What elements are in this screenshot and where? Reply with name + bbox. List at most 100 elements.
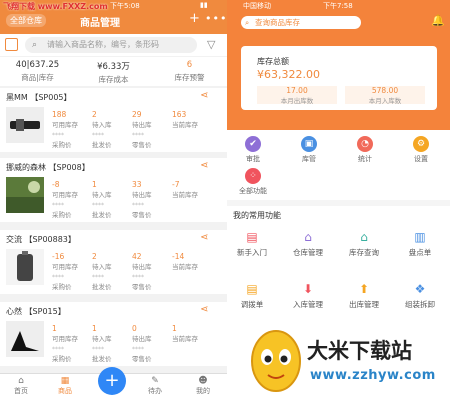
more-icon[interactable]: •••	[205, 12, 227, 25]
stat-label: 可用库存	[52, 335, 78, 343]
share-icon[interactable]: ⋖	[200, 304, 208, 315]
summary-value: 40|637.25	[15, 60, 60, 70]
quick-all[interactable]: ⁘ 全部功能	[233, 168, 273, 196]
product-card[interactable]: 黑MM 【SP005】 ⋖ 188 可用库存 2 待入库 29 待出库 163 当前库存…	[0, 88, 227, 152]
stat-label: 可用库存	[52, 121, 78, 129]
user-icon: ☻	[198, 376, 208, 386]
func-stock-query[interactable]: ⌂ 库存查询	[339, 230, 389, 258]
quick-approve[interactable]: ✔ 审批	[233, 136, 273, 164]
inventory-label: 库存总额	[257, 57, 289, 66]
stat-value: 2	[92, 110, 97, 119]
stat-cell: 1 当前库存	[172, 324, 208, 343]
func-outbound[interactable]: ⬆ 出库管理	[339, 282, 389, 310]
product-name: 挪威的森林 【SP008】	[6, 163, 90, 172]
stat-cell: 0 待出库	[132, 324, 168, 343]
stat-cell: 33 待出库	[132, 180, 168, 199]
search-icon: ⌕	[32, 40, 38, 50]
page-title: 商品管理	[80, 18, 120, 29]
stat-cell: 1 待入库	[92, 180, 128, 199]
stat-cell: 42 待出库	[132, 252, 168, 271]
inventory-value: ¥63,322.00	[257, 68, 320, 81]
stat-label: 当前库存	[172, 263, 198, 271]
out-value: 17.00	[286, 86, 308, 95]
func-assembly[interactable]: ❖ 组装拆卸	[395, 282, 445, 310]
tab-todo[interactable]: ✎ 待办	[140, 376, 170, 396]
warehouse-icon: ⌂	[304, 230, 312, 244]
carrier-label: 中国移动	[243, 2, 271, 10]
bell-icon[interactable]: 🔔	[431, 14, 445, 27]
tab-mine[interactable]: ☻ 我的	[188, 376, 218, 396]
func-label: 盘点单	[408, 248, 432, 257]
out-label: 本月出库数	[280, 97, 314, 105]
price-cell: **** 批发价	[92, 202, 128, 219]
store-selector[interactable]: 全部仓库	[6, 14, 46, 27]
func-inbound[interactable]: ⬇ 入库管理	[283, 282, 333, 310]
price-value: ****	[52, 274, 64, 281]
transfer-icon: ▤	[246, 282, 258, 296]
product-image	[6, 107, 44, 143]
tab-products[interactable]: ▦ 商品	[50, 376, 80, 396]
func-warehouse[interactable]: ⌂ 仓库管理	[283, 230, 333, 258]
search-placeholder: 请输入商品名称，编号，条形码	[47, 40, 159, 49]
func-guide[interactable]: ▤ 新手入门	[227, 230, 277, 258]
product-image	[6, 321, 44, 357]
product-card[interactable]: 心然 【SP015】 ⋖ 1 可用库存 1 待入库 0 待出库 1 当前库存 **** 采…	[0, 302, 227, 366]
search-input[interactable]: ⌕ 请输入商品名称，编号，条形码	[25, 37, 197, 53]
mascot-logo	[251, 330, 301, 392]
price-label: 采购价	[52, 283, 72, 291]
status-time: 下午7:58	[323, 2, 353, 10]
products-icon: ▦	[60, 376, 70, 386]
price-cell: **** 批发价	[92, 346, 128, 363]
stat-label: 待入库	[92, 263, 112, 271]
share-icon[interactable]: ⋖	[200, 232, 208, 243]
stat-label: 待出库	[132, 191, 152, 199]
price-value: ****	[92, 132, 104, 139]
tab-label: 我的	[196, 387, 210, 395]
stat-value: 188	[52, 110, 67, 119]
price-cell: **** 批发价	[92, 274, 128, 291]
func-label: 调拨单	[240, 300, 264, 309]
outbound-icon: ⬆	[358, 282, 370, 296]
func-label: 入库管理	[293, 300, 323, 309]
stock-icon: ▣	[301, 136, 317, 152]
price-label: 批发价	[92, 283, 112, 291]
summary-label: 库存成本	[98, 75, 129, 84]
stat-label: 待入库	[92, 335, 112, 343]
inventory-summary: 40|637.25 商品|库存 ¥6.33万 库存成本 6 库存预警	[0, 57, 227, 86]
stat-cell: 29 待出库	[132, 110, 168, 129]
stat-label: 当前库存	[172, 121, 198, 129]
product-name: 心然 【SP015】	[6, 307, 66, 316]
product-card[interactable]: 交流 【SP00883】 ⋖ -16 可用库存 2 待入库 42 待出库 -14 当前库…	[0, 230, 227, 294]
approve-icon: ✔	[245, 136, 261, 152]
add-product-button[interactable]: +	[98, 367, 126, 395]
tab-home[interactable]: ⌂ 首页	[6, 376, 36, 396]
brand-url: www.zzhyw.com	[310, 368, 436, 383]
summary-value: 6	[186, 60, 193, 70]
func-count[interactable]: ▥ 盘点单	[395, 230, 445, 258]
filter-icon[interactable]: ▽	[207, 38, 215, 51]
summary-label: 库存预警	[174, 73, 205, 82]
quick-settings[interactable]: ⚙ 设置	[401, 136, 441, 164]
product-management-screen: 飞翔下载 www.FXXZ.com 下午5:08 ▮▮ 全部仓库 商品管理 + …	[0, 0, 227, 396]
stat-cell: 1 待入库	[92, 324, 128, 343]
home-icon: ⌂	[18, 376, 24, 386]
stat-cell: 1 可用库存	[52, 324, 88, 343]
share-icon[interactable]: ⋖	[200, 160, 208, 171]
price-label: 批发价	[92, 141, 112, 149]
product-image	[6, 249, 44, 285]
quick-stats[interactable]: ◔ 统计	[345, 136, 385, 164]
stat-cell: 2 待入库	[92, 252, 128, 271]
add-icon[interactable]: +	[189, 11, 200, 26]
section-title: 我的常用功能	[233, 211, 281, 220]
share-icon[interactable]: ⋖	[200, 90, 208, 101]
func-transfer[interactable]: ▤ 调拨单	[227, 282, 277, 310]
stat-label: 待出库	[132, 335, 152, 343]
func-label: 组装拆卸	[405, 300, 435, 309]
summary-item[interactable]: 6 库存预警	[152, 60, 227, 83]
scan-icon[interactable]	[5, 38, 18, 51]
product-card[interactable]: 挪威的森林 【SP008】 ⋖ -8 可用库存 1 待入库 33 待出库 -7 当前库存…	[0, 158, 227, 222]
price-value: ****	[92, 274, 104, 281]
quick-stock[interactable]: ▣ 库管	[289, 136, 329, 164]
inventory-search[interactable]: ⌕ 查询商品库存	[241, 16, 361, 29]
search-icon: ⌕	[245, 18, 250, 27]
